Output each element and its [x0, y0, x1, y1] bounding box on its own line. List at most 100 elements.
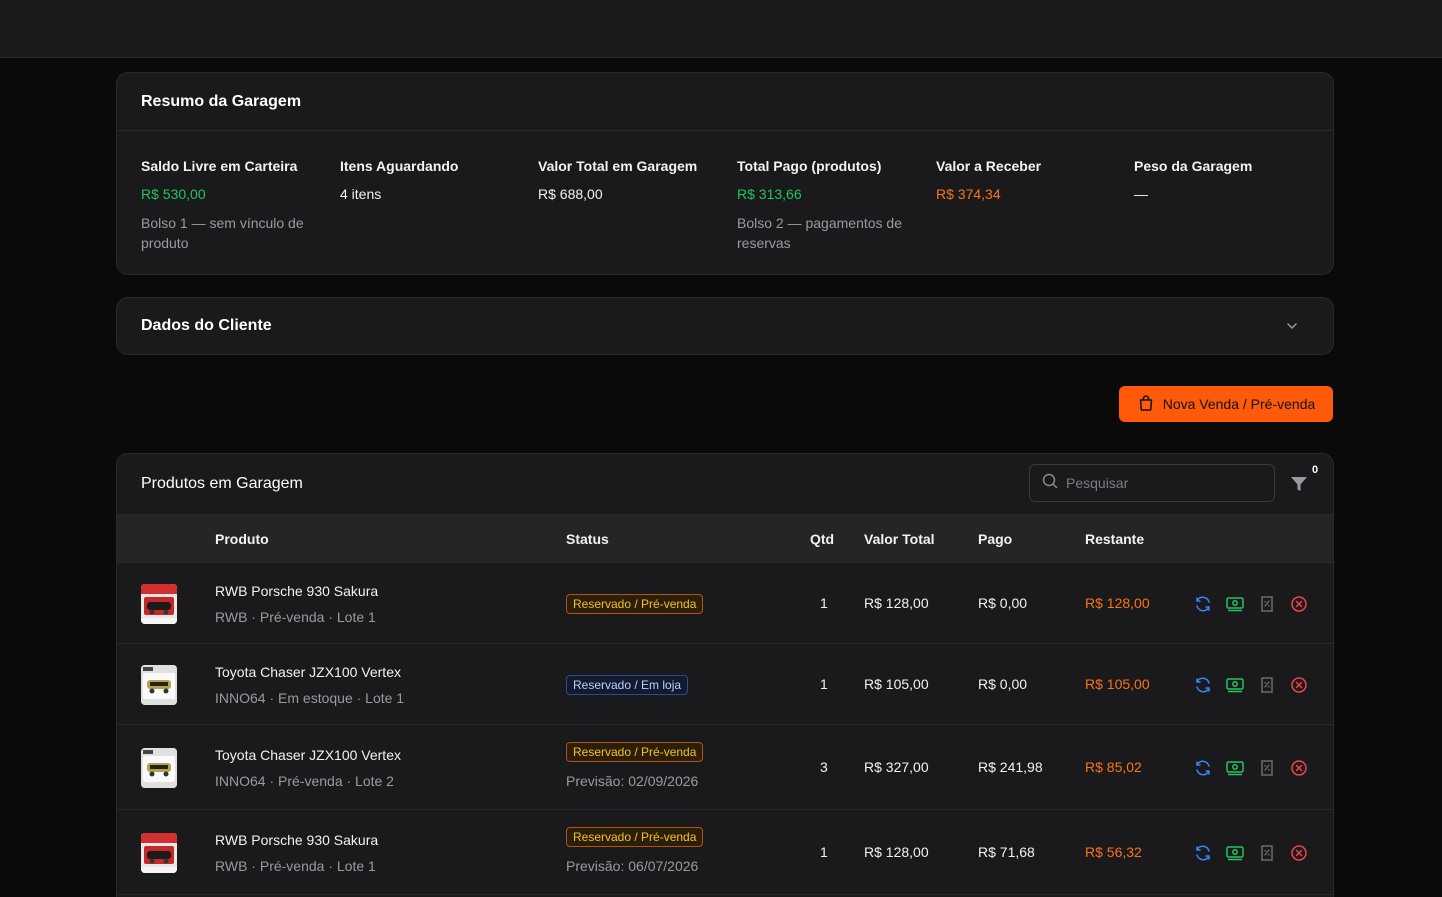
- paid-value: R$ 71,68: [978, 843, 1035, 860]
- shopping-bag-icon: [1137, 394, 1155, 415]
- refresh-icon[interactable]: [1193, 758, 1213, 778]
- cancel-circle-icon[interactable]: [1289, 675, 1309, 695]
- qty-value: 1: [820, 594, 828, 611]
- top-bar: [0, 0, 1442, 58]
- table-row[interactable]: RWB Porsche 930 Sakura RWB · Pré-venda · …: [117, 563, 1333, 644]
- product-thumbnail: [141, 664, 177, 705]
- total-value: R$ 128,00: [864, 594, 929, 611]
- products-header: Produtos em Garagem 0: [117, 454, 1333, 514]
- remaining-value: R$ 128,00: [1085, 594, 1150, 611]
- money-icon[interactable]: [1225, 675, 1245, 695]
- paid-value: R$ 241,98: [978, 758, 1043, 775]
- search-box[interactable]: [1029, 464, 1275, 502]
- status-badge: Reservado / Pré-venda: [566, 741, 704, 762]
- stat-value: R$ 313,66: [737, 186, 802, 202]
- remaining-value: R$ 105,00: [1085, 675, 1150, 692]
- money-icon[interactable]: [1225, 758, 1245, 778]
- summary-stats: Saldo Livre em Carteira R$ 530,00 Bolso 1 …: [117, 131, 1333, 275]
- receipt-off-icon[interactable]: [1257, 843, 1277, 863]
- product-name[interactable]: RWB Porsche 930 Sakura: [215, 832, 378, 848]
- search-icon: [1042, 473, 1058, 494]
- product-meta: RWB · Pré-venda · Lote 1: [215, 857, 376, 874]
- garage-products-card: Produtos em Garagem 0 Produto Status Qtd…: [116, 453, 1334, 897]
- product-name[interactable]: Toyota Chaser JZX100 Vertex: [215, 664, 401, 680]
- product-thumbnail: [141, 583, 177, 624]
- garage-summary-title: Resumo da Garagem: [141, 92, 302, 110]
- new-sale-label: Nova Venda / Pré-venda: [1162, 396, 1316, 412]
- status-cell: Reservado / Pré-venda: [566, 593, 704, 614]
- status-cell: Reservado / Em loja: [566, 674, 689, 695]
- col-product: Produto: [215, 531, 269, 547]
- product-thumbnail: [141, 832, 177, 873]
- stat-label: Peso da Garagem: [1134, 158, 1253, 174]
- paid-value: R$ 0,00: [978, 675, 1028, 692]
- product-thumbnail: [141, 747, 177, 788]
- status-badge: Reservado / Pré-venda: [566, 593, 704, 614]
- products-title: Produtos em Garagem: [141, 475, 303, 492]
- summary-stat: Total Pago (produtos) R$ 313,66 Bolso 2 — …: [737, 157, 927, 253]
- qty-value: 3: [820, 758, 828, 775]
- stat-label: Valor Total em Garagem: [538, 158, 698, 174]
- forecast-date: Previsão: 06/07/2026: [566, 857, 699, 874]
- forecast-date: Previsão: 02/09/2026: [566, 772, 699, 789]
- total-value: R$ 327,00: [864, 758, 929, 775]
- status-cell: Reservado / Pré-venda: [566, 741, 704, 762]
- filter-icon[interactable]: [1289, 474, 1309, 494]
- product-name[interactable]: Toyota Chaser JZX100 Vertex: [215, 747, 401, 763]
- summary-stat: Saldo Livre em Carteira R$ 530,00 Bolso 1 …: [141, 157, 331, 253]
- products-table-body: RWB Porsche 930 Sakura RWB · Pré-venda · …: [117, 563, 1333, 895]
- stat-value: R$ 688,00: [538, 186, 603, 202]
- receipt-off-icon[interactable]: [1257, 758, 1277, 778]
- col-total: Valor Total: [864, 531, 935, 547]
- remaining-value: R$ 85,02: [1085, 758, 1142, 775]
- money-icon[interactable]: [1225, 843, 1245, 863]
- summary-stat: Itens Aguardando 4 itens: [340, 157, 530, 203]
- col-status: Status: [566, 531, 609, 547]
- receipt-off-icon[interactable]: [1257, 594, 1277, 614]
- client-data-card[interactable]: Dados do Cliente: [116, 297, 1334, 355]
- table-row[interactable]: Toyota Chaser JZX100 Vertex INNO64 · Pré-…: [117, 725, 1333, 810]
- row-actions: [1193, 758, 1309, 778]
- product-meta: INNO64 · Pré-venda · Lote 2: [215, 772, 394, 789]
- total-value: R$ 128,00: [864, 843, 929, 860]
- refresh-icon[interactable]: [1193, 675, 1213, 695]
- remaining-value: R$ 56,32: [1085, 843, 1142, 860]
- qty-value: 1: [820, 675, 828, 692]
- receipt-off-icon[interactable]: [1257, 675, 1277, 695]
- qty-value: 1: [820, 843, 828, 860]
- col-remaining: Restante: [1085, 531, 1145, 547]
- products-table-header: Produto Status Qtd Valor Total Pago Rest…: [117, 514, 1333, 563]
- status-badge: Reservado / Em loja: [566, 674, 689, 695]
- search-input[interactable]: [1066, 475, 1256, 491]
- cancel-circle-icon[interactable]: [1289, 758, 1309, 778]
- summary-stat: Valor a Receber R$ 374,34: [936, 157, 1126, 203]
- summary-stat: Valor Total em Garagem R$ 688,00: [538, 157, 728, 203]
- paid-value: R$ 0,00: [978, 594, 1028, 611]
- stat-label: Total Pago (produtos): [737, 158, 882, 174]
- col-paid: Pago: [978, 531, 1013, 547]
- product-meta: RWB · Pré-venda · Lote 1: [215, 608, 376, 625]
- stat-value: 4 itens: [340, 186, 382, 202]
- table-row[interactable]: Toyota Chaser JZX100 Vertex INNO64 · Em e…: [117, 644, 1333, 725]
- garage-summary-card: Resumo da Garagem Saldo Livre em Carteir…: [116, 72, 1334, 275]
- row-actions: [1193, 843, 1309, 863]
- new-sale-button[interactable]: Nova Venda / Pré-venda: [1119, 386, 1333, 422]
- status-badge: Reservado / Pré-venda: [566, 826, 704, 847]
- product-meta: INNO64 · Em estoque · Lote 1: [215, 689, 405, 706]
- stat-label: Valor a Receber: [936, 158, 1042, 174]
- cancel-circle-icon[interactable]: [1289, 843, 1309, 863]
- table-row[interactable]: RWB Porsche 930 Sakura RWB · Pré-venda · …: [117, 810, 1333, 895]
- row-actions: [1193, 675, 1309, 695]
- money-icon[interactable]: [1225, 594, 1245, 614]
- stat-label: Saldo Livre em Carteira: [141, 158, 298, 174]
- refresh-icon[interactable]: [1193, 594, 1213, 614]
- client-data-title: Dados do Cliente: [141, 317, 272, 334]
- chevron-down-icon[interactable]: [1285, 319, 1299, 333]
- garage-summary-header: Resumo da Garagem: [117, 73, 1333, 131]
- summary-stat: Peso da Garagem —: [1134, 157, 1324, 203]
- cancel-circle-icon[interactable]: [1289, 594, 1309, 614]
- refresh-icon[interactable]: [1193, 843, 1213, 863]
- row-actions: [1193, 594, 1309, 614]
- product-name[interactable]: RWB Porsche 930 Sakura: [215, 583, 378, 599]
- stat-label: Itens Aguardando: [340, 158, 459, 174]
